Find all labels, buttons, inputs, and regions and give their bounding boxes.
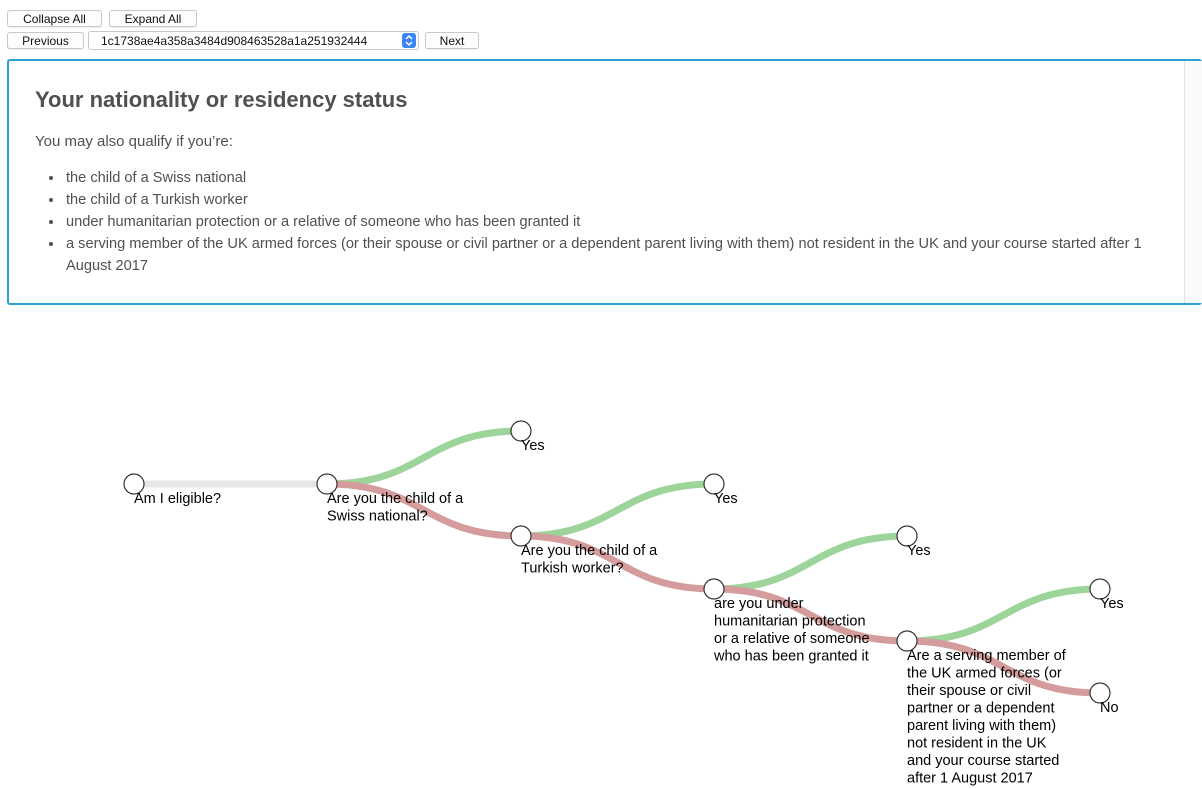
tree-node-label: Yes	[521, 438, 545, 454]
tree-node-label: the UK armed forces (or	[907, 666, 1062, 682]
tree-node-label: Are a serving member of	[907, 648, 1067, 664]
tree-node-q3-yes[interactable]: Yes	[896, 525, 931, 559]
tree-node-label: humanitarian protection	[714, 614, 866, 630]
tree-node-label: Are you the child of a	[327, 491, 464, 507]
tree-node-label: Yes	[1100, 596, 1124, 612]
tree-node-label: after 1 August 2017	[907, 771, 1033, 787]
tree-node-label: and your course started	[907, 753, 1059, 769]
tree-node-q4[interactable]: Are a serving member of the UK armed forc…	[896, 630, 1067, 787]
tree-node-label: Turkish worker?	[521, 561, 624, 577]
tree-node-label: not resident in the UK	[907, 736, 1047, 752]
tree-link-q2-q2-yes	[520, 480, 715, 540]
tree-node-label: No	[1100, 700, 1119, 716]
tree-link-q4-q4-yes	[906, 585, 1101, 645]
tree-node-label: Are you the child of a	[521, 543, 658, 559]
tree-link-q3-q3-yes	[713, 532, 908, 593]
tree-node-q4-no[interactable]: No	[1089, 682, 1119, 716]
tree-node-label: Yes	[907, 543, 931, 559]
tree-node-label: are you under	[714, 596, 804, 612]
tree-node-label: Am I eligible?	[134, 491, 221, 507]
tree-node-label: Swiss national?	[327, 509, 428, 525]
tree-nodes: Am I eligible? Are you the child of a Swis…	[123, 420, 1124, 787]
tree-node-root[interactable]: Am I eligible?	[123, 473, 221, 507]
tree-node-label: who has been granted it	[713, 649, 869, 665]
tree-link-q1-q1-yes	[326, 427, 522, 488]
decision-tree: Am I eligible? Are you the child of a Swis…	[123, 420, 1124, 787]
tree-node-q2-yes[interactable]: Yes	[703, 473, 738, 507]
tree-node-label: Yes	[714, 491, 738, 507]
tree-node-label: their spouse or civil	[907, 683, 1031, 699]
tree-node-label: or a relative of someone	[714, 631, 870, 647]
tree-node-label: partner or a dependent	[907, 701, 1055, 717]
tree-node-label: parent living with them)	[907, 718, 1056, 734]
tree-node-q1-yes[interactable]: Yes	[510, 420, 545, 454]
tree-node-q4-yes[interactable]: Yes	[1089, 578, 1124, 612]
